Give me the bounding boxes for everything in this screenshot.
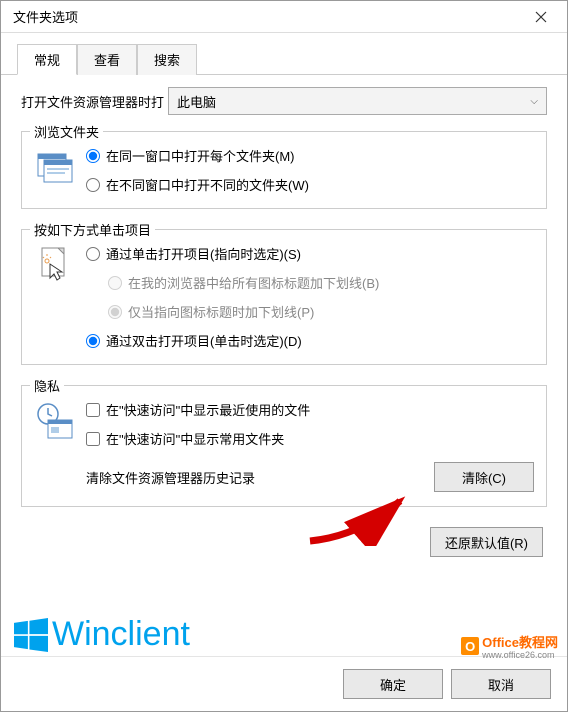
- close-icon: [535, 11, 547, 23]
- radio-double-click[interactable]: [86, 334, 100, 348]
- radio-single-click[interactable]: [86, 247, 100, 261]
- double-click-radio[interactable]: 通过双击打开项目(单击时选定)(D): [86, 331, 534, 350]
- click-items-legend: 按如下方式单击项目: [30, 220, 155, 239]
- privacy-legend: 隐私: [30, 376, 64, 395]
- dropdown-value: 此电脑: [177, 92, 216, 111]
- single-click-radio[interactable]: 通过单击打开项目(指向时选定)(S): [86, 244, 534, 263]
- show-frequent-folders-checkbox[interactable]: 在"快速访问"中显示常用文件夹: [86, 429, 534, 448]
- show-recent-files-checkbox[interactable]: 在"快速访问"中显示最近使用的文件: [86, 400, 534, 419]
- restore-row: 还原默认值(R): [21, 527, 547, 557]
- browse-folders-group: 浏览文件夹 在同一窗口中打开每个文件夹(M) 在不同窗口中打开不同的文件夹(W): [21, 131, 547, 209]
- chevron-down-icon: ⌵: [530, 96, 538, 107]
- click-items-group: 按如下方式单击项目 通过单击打开项目(指向时选定)(S) 在我的浏览器中给所有图…: [21, 229, 547, 365]
- underline-all-radio: 在我的浏览器中给所有图标标题加下划线(B): [108, 273, 534, 292]
- tab-search[interactable]: 搜索: [137, 44, 197, 75]
- privacy-group: 隐私 在"快速访问"中显示最近使用的文件 在"快速访问"中显示常用文件夹 清: [21, 385, 547, 507]
- open-explorer-row: 打开文件资源管理器时打 此电脑 ⌵: [21, 87, 547, 115]
- content-area: 打开文件资源管理器时打 此电脑 ⌵ 浏览文件夹 在同一窗口中打开每个文件夹(M): [1, 75, 567, 656]
- bottom-button-bar: 确定 取消: [1, 656, 567, 711]
- clear-button[interactable]: 清除(C): [434, 462, 534, 492]
- ok-button[interactable]: 确定: [343, 669, 443, 699]
- restore-defaults-button[interactable]: 还原默认值(R): [430, 527, 543, 557]
- clear-history-row: 清除文件资源管理器历史记录 清除(C): [86, 462, 534, 492]
- checkbox-frequent-folders[interactable]: [86, 432, 100, 446]
- browse-same-window-radio[interactable]: 在同一窗口中打开每个文件夹(M): [86, 146, 534, 165]
- browse-diff-window-radio[interactable]: 在不同窗口中打开不同的文件夹(W): [86, 175, 534, 194]
- open-explorer-dropdown[interactable]: 此电脑 ⌵: [168, 87, 547, 115]
- clear-history-label: 清除文件资源管理器历史记录: [86, 468, 255, 487]
- open-explorer-label: 打开文件资源管理器时打: [21, 92, 164, 111]
- privacy-clock-icon: [34, 402, 74, 442]
- folder-windows-icon: [34, 148, 74, 188]
- close-button[interactable]: [518, 2, 563, 32]
- cancel-button[interactable]: 取消: [451, 669, 551, 699]
- radio-underline-all: [108, 276, 122, 290]
- click-cursor-icon: [34, 246, 74, 286]
- radio-diff-window[interactable]: [86, 178, 100, 192]
- tab-view[interactable]: 查看: [77, 44, 137, 75]
- window-title: 文件夹选项: [13, 7, 78, 26]
- titlebar: 文件夹选项: [1, 1, 567, 33]
- tab-general[interactable]: 常规: [17, 44, 77, 75]
- checkbox-recent-files[interactable]: [86, 403, 100, 417]
- tabbar: 常规 查看 搜索: [1, 33, 567, 75]
- folder-options-window: 文件夹选项 常规 查看 搜索 打开文件资源管理器时打 此电脑 ⌵ 浏览文件夹: [0, 0, 568, 712]
- underline-hover-radio: 仅当指向图标标题时加下划线(P): [108, 302, 534, 321]
- radio-same-window[interactable]: [86, 149, 100, 163]
- radio-underline-hover: [108, 305, 122, 319]
- browse-folders-legend: 浏览文件夹: [30, 122, 103, 141]
